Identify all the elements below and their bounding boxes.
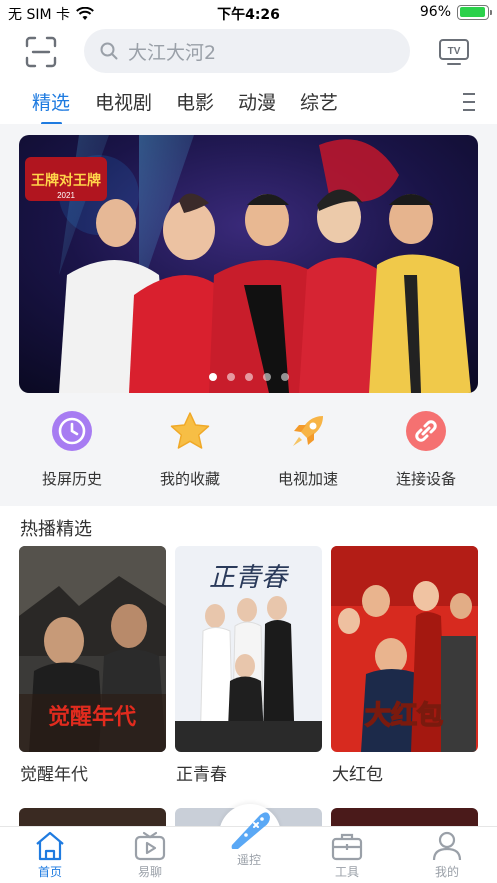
tv-icon: TV [439, 39, 469, 65]
tabbar-home[interactable]: 首页 [10, 827, 90, 883]
poster-card[interactable]: 正青春 [175, 546, 322, 752]
poster-card[interactable]: 大红包 [331, 546, 478, 752]
search-icon [100, 42, 118, 60]
pagination-dot[interactable] [208, 373, 217, 381]
poster-image: 正青春 [175, 546, 322, 752]
clock-icon [52, 411, 92, 451]
category-tabs: 精选 电视剧 电影 动漫 综艺 [0, 80, 497, 125]
poster-title[interactable]: 正青春 [176, 760, 227, 785]
rocket-icon [293, 416, 323, 446]
banner-year: 2021 [57, 191, 75, 200]
link-icon [406, 411, 446, 451]
tabbar-label: 首页 [37, 865, 62, 879]
action-label: 连接设备 [395, 470, 456, 488]
action-label: 投屏历史 [41, 470, 102, 488]
tabbar-tools[interactable]: 工具 [307, 827, 387, 883]
pagination-dot[interactable] [262, 373, 271, 381]
tabbar-label: 遥控 [236, 853, 261, 867]
quick-actions: 投屏历史 我的收藏 电视加速 连接设备 [0, 410, 497, 506]
tab-tv-series[interactable]: 电视剧 [95, 88, 152, 115]
tabbar-label: 我的 [434, 865, 459, 879]
poster-text: 大红包 [365, 700, 443, 731]
header: 大江大河2 TV [0, 26, 497, 76]
tv-label: TV [448, 46, 461, 57]
poster-title[interactable]: 大红包 [332, 760, 383, 785]
poster-image: 觉醒年代 [19, 546, 166, 752]
home-icon [36, 831, 64, 861]
connect-device-button[interactable]: 连接设备 [371, 410, 481, 489]
tab-anime[interactable]: 动漫 [238, 88, 276, 115]
poster-image: 大红包 [331, 546, 478, 752]
scan-icon [25, 36, 57, 68]
search-input[interactable]: 大江大河2 [84, 29, 410, 73]
status-bar: 无 SIM 卡 下午4:26 96% [0, 0, 497, 26]
tv-boost-button[interactable]: 电视加速 [253, 410, 363, 489]
poster-card-peek[interactable] [331, 808, 478, 826]
scan-button[interactable] [24, 35, 58, 69]
poster-text: 正青春 [209, 563, 290, 593]
cast-history-button[interactable]: 投屏历史 [17, 410, 127, 489]
banner-pagination [19, 373, 478, 381]
section-title: 热播精选 [20, 519, 92, 540]
tab-menu-button[interactable] [462, 92, 476, 112]
tv-button[interactable]: TV [438, 38, 470, 66]
poster-card[interactable]: 觉醒年代 [19, 546, 166, 752]
action-label: 电视加速 [277, 470, 338, 488]
pagination-dot[interactable] [226, 373, 235, 381]
battery-icon [457, 4, 492, 20]
pagination-dot[interactable] [244, 373, 253, 381]
banner-image: 王牌对王牌 2021 [19, 135, 478, 393]
tab-movies[interactable]: 电影 [176, 88, 214, 115]
chat-tv-icon [134, 831, 166, 861]
poster-text: 觉醒年代 [48, 704, 136, 730]
poster-title[interactable]: 觉醒年代 [20, 760, 88, 785]
user-icon [432, 831, 462, 861]
banner-logo-text: 王牌对王牌 [31, 172, 101, 189]
tabbar-chat[interactable]: 易聊 [110, 827, 190, 883]
tabbar-label: 工具 [334, 865, 359, 879]
battery-percent: 96% [419, 4, 451, 20]
tab-featured[interactable]: 精选 [32, 88, 70, 115]
poster-card-peek[interactable] [19, 808, 166, 826]
tab-variety[interactable]: 综艺 [300, 88, 338, 115]
bottom-tab-bar: 首页 易聊 遥控 工具 我的 [0, 812, 497, 883]
hero-banner[interactable]: 王牌对王牌 2021 [19, 135, 478, 393]
remote-icon [231, 812, 270, 849]
star-icon [170, 412, 210, 449]
menu-icon [463, 93, 475, 111]
favorites-button[interactable]: 我的收藏 [135, 410, 245, 489]
action-label: 我的收藏 [159, 470, 220, 488]
tabbar-remote[interactable]: 遥控 [209, 812, 289, 883]
tabbar-label: 易聊 [137, 865, 162, 879]
tabbar-profile[interactable]: 我的 [407, 827, 487, 883]
pagination-dot[interactable] [280, 373, 289, 381]
toolbox-icon [331, 833, 363, 861]
search-placeholder: 大江大河2 [128, 41, 217, 64]
